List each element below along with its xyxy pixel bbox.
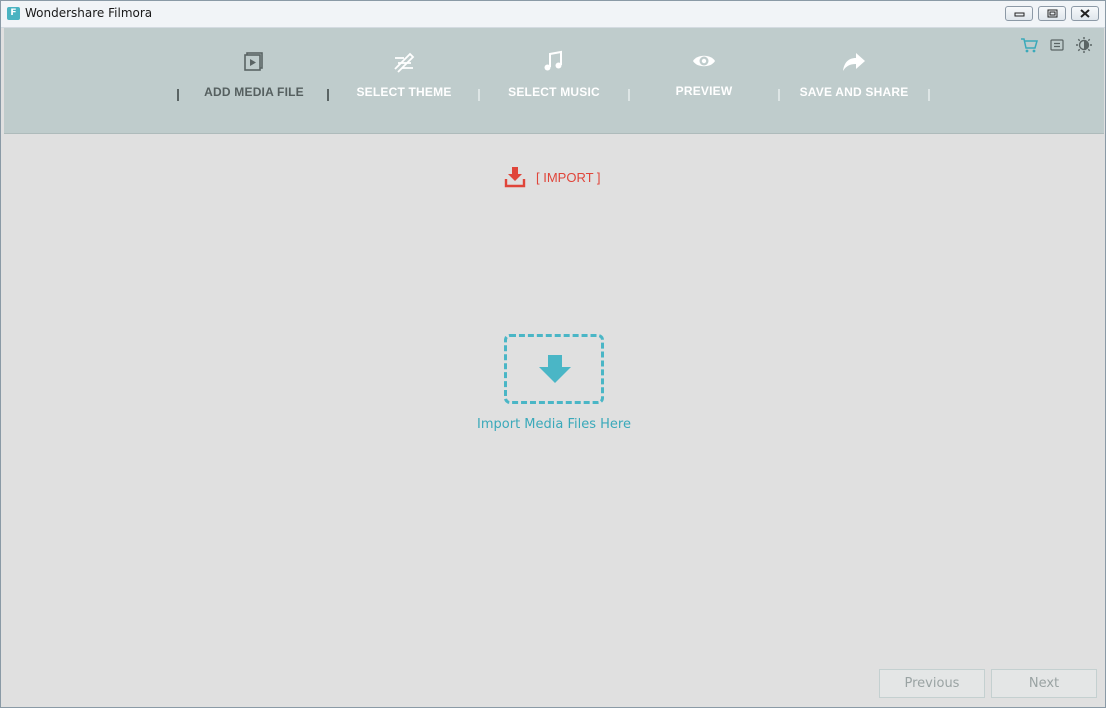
step-select-theme[interactable]: SELECT THEME: [329, 50, 479, 99]
menu-icon[interactable]: [1048, 36, 1066, 54]
download-arrow-icon: [539, 355, 571, 383]
import-download-icon: [504, 167, 526, 188]
music-note-icon: [544, 50, 562, 71]
next-button[interactable]: Next: [991, 669, 1097, 698]
minimize-icon: [1014, 12, 1025, 17]
step-label: PREVIEW: [675, 84, 733, 98]
window-title: Wondershare Filmora: [25, 6, 153, 20]
app-window: F Wondershare Filmora ADD MEDIA FILE SEL…: [0, 0, 1106, 708]
brightness-icon[interactable]: [1075, 36, 1093, 54]
step-label: SELECT MUSIC: [508, 85, 600, 99]
previous-button[interactable]: Previous: [879, 669, 985, 698]
step-label: SELECT THEME: [356, 85, 452, 99]
step-separator: [928, 89, 930, 101]
restore-button[interactable]: [1038, 6, 1066, 21]
drop-zone-label[interactable]: Import Media Files Here: [454, 417, 654, 432]
app-logo-icon: F: [7, 7, 20, 20]
step-add-media-file[interactable]: ADD MEDIA FILE: [179, 50, 329, 99]
title-bar[interactable]: F Wondershare Filmora: [1, 1, 1105, 28]
close-button[interactable]: [1071, 6, 1099, 21]
step-select-music[interactable]: SELECT MUSIC: [479, 50, 629, 99]
cart-icon[interactable]: [1020, 36, 1038, 54]
restore-icon: [1047, 9, 1058, 18]
minimize-button[interactable]: [1005, 6, 1033, 21]
step-save-and-share[interactable]: SAVE AND SHARE: [779, 50, 929, 99]
media-drop-zone[interactable]: [504, 334, 604, 404]
step-label: SAVE AND SHARE: [799, 85, 909, 99]
step-label: ADD MEDIA FILE: [204, 85, 304, 99]
import-label: [ IMPORT ]: [536, 169, 601, 185]
share-arrow-icon: [843, 53, 865, 71]
media-file-icon: [244, 52, 263, 71]
eye-icon: [693, 55, 715, 67]
theme-icon: [394, 52, 415, 73]
import-button[interactable]: [ IMPORT ]: [504, 166, 601, 188]
close-icon: [1080, 9, 1090, 18]
step-toolbar: ADD MEDIA FILE SELECT THEME SELECT MUSIC: [4, 28, 1104, 134]
step-preview[interactable]: PREVIEW: [629, 49, 779, 98]
